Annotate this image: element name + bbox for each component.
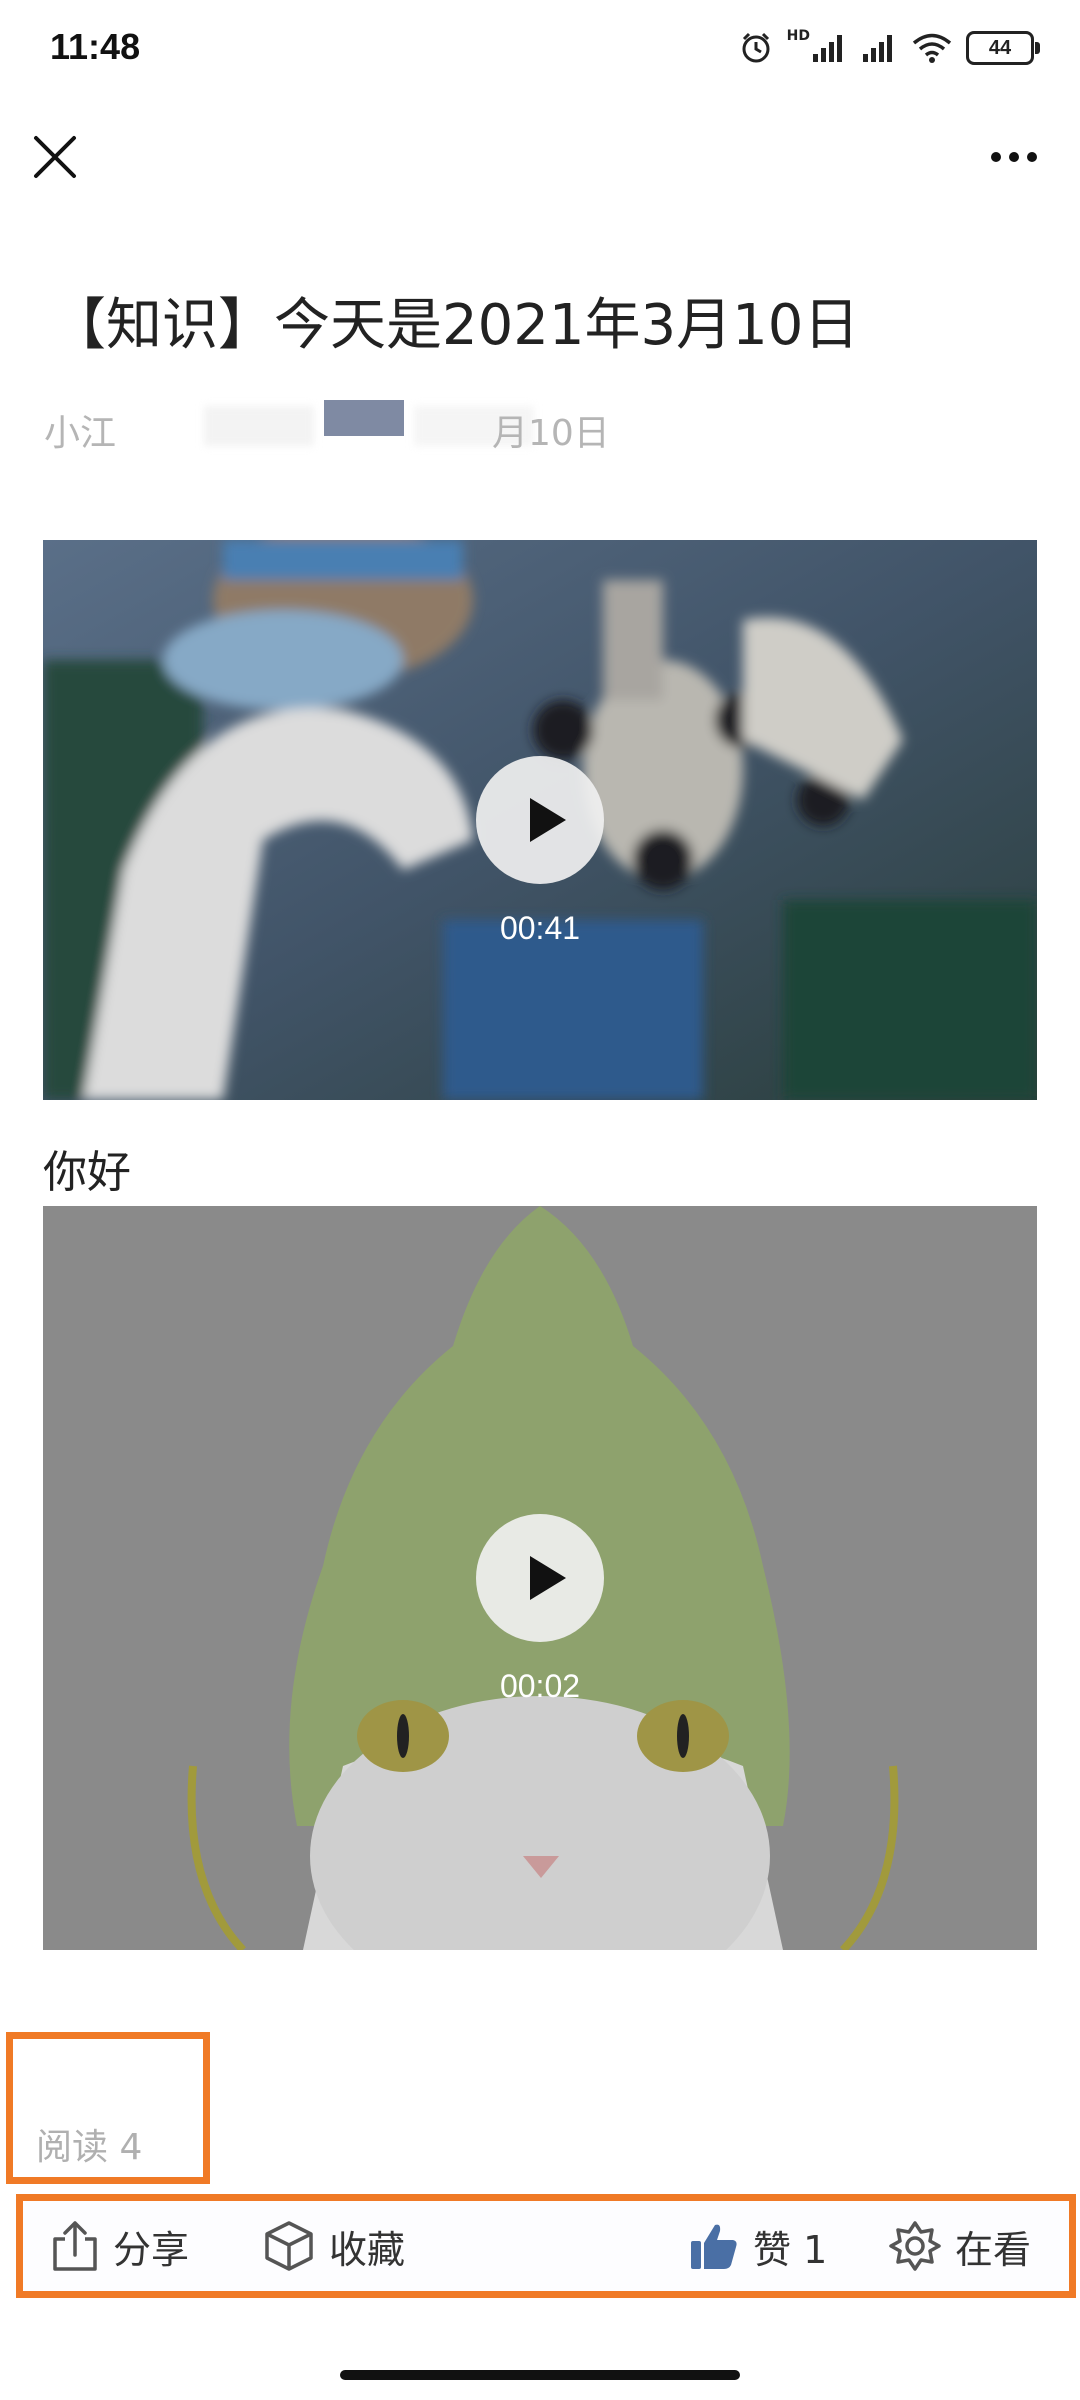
home-indicator[interactable] (340, 2370, 740, 2380)
close-icon (34, 136, 76, 178)
status-time: 11:48 (50, 26, 141, 67)
article-title: 【知识】今天是2021年3月10日 (50, 293, 860, 358)
status-bar: 11:48 HD 44 (0, 0, 1080, 96)
video-player[interactable]: 00:02 (43, 1206, 1037, 1950)
collect-button[interactable]: 收藏 (263, 2201, 405, 2291)
bottom-toolbar: 分享 收藏 赞 1 在看 (16, 2194, 1076, 2298)
redacted-area (204, 406, 314, 446)
article-meta: 小江 月10日 (44, 400, 1024, 456)
more-options-button[interactable] (978, 130, 1050, 184)
play-icon (530, 1556, 566, 1600)
share-button[interactable]: 分享 (51, 2201, 189, 2291)
more-dot (991, 152, 1001, 162)
like-label: 赞 1 (753, 2227, 828, 2272)
video-duration: 00:41 (499, 910, 581, 946)
signal-icon-2 (863, 35, 892, 62)
cube-icon (265, 2221, 313, 2271)
battery-icon: 44 (966, 31, 1040, 65)
play-button[interactable] (476, 756, 604, 884)
share-icon (53, 2221, 97, 2271)
read-count: 阅读 4 (36, 2127, 143, 2168)
watching-button[interactable]: 在看 (889, 2201, 1031, 2291)
hd-label: HD (786, 28, 810, 44)
author-name[interactable]: 小江 (44, 404, 116, 456)
like-button[interactable]: 赞 1 (689, 2201, 827, 2291)
video-duration: 00:02 (499, 1668, 581, 1704)
collect-label: 收藏 (329, 2227, 406, 2272)
more-dot (1009, 152, 1019, 162)
redacted-area (324, 400, 404, 436)
play-icon (530, 798, 566, 842)
body-text: 你好 (43, 1147, 131, 1198)
share-label: 分享 (113, 2227, 190, 2272)
thumbs-up-icon (691, 2224, 737, 2269)
video-player[interactable]: 00:41 (43, 540, 1037, 1100)
watching-star-icon (889, 2221, 941, 2271)
signal-icon (813, 35, 842, 62)
alarm-icon (742, 32, 770, 63)
watching-label: 在看 (955, 2227, 1032, 2272)
wifi-icon (912, 33, 952, 63)
more-dot (1027, 152, 1037, 162)
status-icons: HD 44 (739, 28, 1040, 68)
play-button[interactable] (476, 1514, 604, 1642)
publish-date: 月10日 (492, 413, 610, 454)
close-button[interactable] (28, 130, 82, 184)
